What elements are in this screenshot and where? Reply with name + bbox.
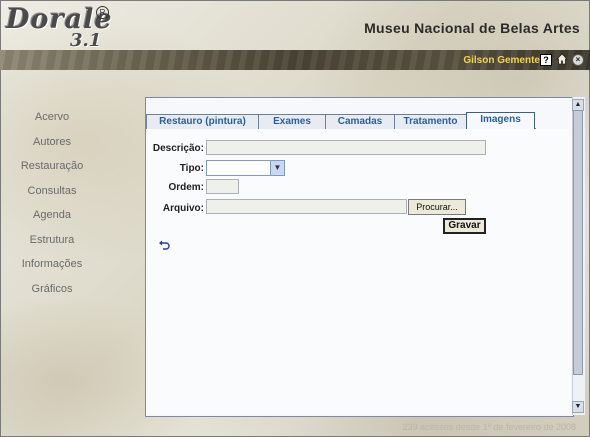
sidebar-item-acervo[interactable]: Acervo	[8, 110, 96, 135]
undo-icon[interactable]	[158, 240, 170, 250]
tipo-select[interactable]: ▼	[206, 160, 285, 176]
sidebar-item-consultas[interactable]: Consultas	[8, 184, 96, 209]
tab-exames[interactable]: Exames	[258, 114, 326, 129]
registered-mark: R	[96, 6, 109, 19]
user-name: Gilson Gemente	[463, 55, 540, 66]
help-icon[interactable]: ?	[540, 54, 552, 66]
sidebar-item-agenda[interactable]: Agenda	[8, 208, 96, 233]
sidebar-item-informacoes[interactable]: Informações	[8, 257, 96, 282]
tab-camadas[interactable]: Camadas	[325, 114, 395, 129]
sidebar-item-autores[interactable]: Autores	[8, 135, 96, 160]
scroll-down-button[interactable]: ▼	[572, 401, 584, 413]
tipo-label: Tipo:	[179, 163, 204, 174]
sidebar-item-graficos[interactable]: Gráficos	[8, 282, 96, 307]
tab-restauro-pintura[interactable]: Restauro (pintura)	[146, 114, 259, 129]
ordem-input[interactable]	[206, 179, 239, 194]
descricao-input[interactable]	[206, 140, 486, 155]
gravar-button[interactable]: Gravar	[443, 218, 486, 234]
logo-version: 3.1	[70, 30, 102, 51]
footer-access-count: 239 acessos desde 1º de fevereiro de 200…	[402, 422, 576, 432]
arquivo-input[interactable]	[206, 199, 407, 214]
close-icon[interactable]: ×	[572, 54, 584, 66]
sidebar-item-estrutura[interactable]: Estrutura	[8, 233, 96, 258]
arquivo-label: Arquivo:	[162, 203, 204, 214]
app-logo: Dorale R 3.1	[6, 4, 116, 51]
chevron-down-icon[interactable]: ▼	[270, 161, 284, 175]
tab-imagens[interactable]: Imagens	[466, 112, 535, 129]
home-icon[interactable]	[556, 53, 568, 65]
scroll-thumb[interactable]	[573, 110, 583, 375]
sidebar-nav: Acervo Autores Restauração Consultas Age…	[8, 110, 96, 306]
procurar-button[interactable]: Procurar...	[408, 199, 466, 215]
sidebar-item-restauracao[interactable]: Restauração	[8, 159, 96, 184]
tab-tratamento[interactable]: Tratamento	[394, 114, 467, 129]
descricao-label: Descrição:	[152, 143, 204, 154]
ordem-label: Ordem:	[168, 182, 204, 193]
museum-title: Museu Nacional de Belas Artes	[364, 20, 580, 36]
